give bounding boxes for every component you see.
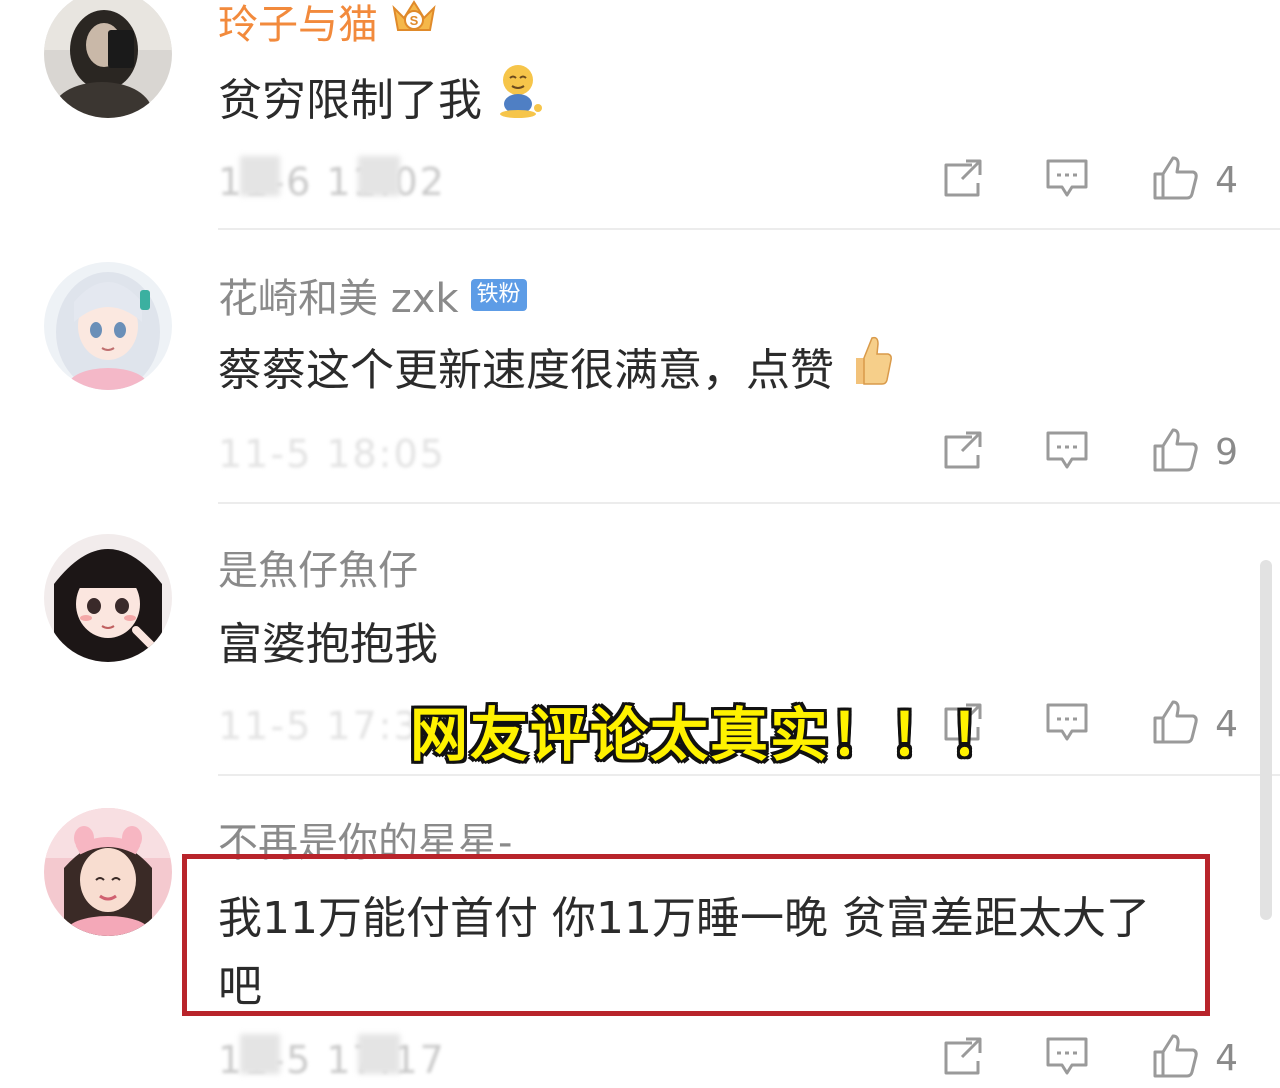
avatar[interactable] (44, 0, 172, 118)
like-count: 4 (1215, 1037, 1238, 1079)
comment-text: 蔡蔡这个更新速度很满意，点赞 (218, 332, 894, 399)
blur-mask (358, 1034, 400, 1074)
share-button[interactable] (940, 157, 986, 203)
share-button[interactable] (940, 429, 986, 475)
username[interactable]: 花崎和美 zxk 铁粉 (218, 266, 527, 324)
comment-text-content: 贫穷限制了我 (218, 74, 482, 126)
like-button[interactable]: 4 (1151, 154, 1238, 206)
scrollbar[interactable] (1260, 560, 1272, 920)
share-icon[interactable] (940, 1035, 986, 1081)
divider (218, 774, 1280, 776)
thumbs-up-icon[interactable] (1151, 154, 1201, 206)
username[interactable]: 是魚仔魚仔 (218, 538, 418, 596)
comment-icon[interactable] (1044, 429, 1090, 475)
fan-badge: 铁粉 (470, 279, 527, 311)
reply-button[interactable] (1044, 429, 1090, 475)
comment-icon[interactable] (1044, 157, 1090, 203)
thumbs-up-icon[interactable] (1151, 698, 1201, 750)
thumbs-up-icon[interactable] (1151, 1032, 1201, 1084)
comment-meta: 11-5 18:05 9 (218, 428, 1238, 476)
like-button[interactable]: 4 (1151, 698, 1238, 750)
blur-mask (358, 156, 400, 196)
comment-text: 富婆抱抱我 (218, 608, 438, 672)
comment-text-content: 蔡蔡这个更新速度很满意，点赞 (218, 344, 834, 396)
comment-actions: 4 (938, 1034, 1238, 1082)
divider (218, 502, 1280, 504)
share-icon[interactable] (940, 157, 986, 203)
avatar[interactable] (44, 534, 172, 662)
thumbs-up-emoji-icon (850, 332, 894, 399)
comment-icon[interactable] (1044, 1035, 1090, 1081)
like-button[interactable]: 9 (1151, 426, 1238, 478)
reply-button[interactable] (1044, 1035, 1090, 1081)
like-count: 4 (1215, 703, 1238, 745)
username-text[interactable]: 花崎和美 zxk (218, 266, 459, 324)
share-icon[interactable] (940, 429, 986, 475)
username[interactable]: 玲子与猫 S (218, 0, 438, 50)
highlight-box (182, 854, 1210, 1016)
comment-meta: 11-6 11:02 4 (218, 156, 1238, 204)
shy-sitting-emoji-icon (498, 62, 546, 129)
reply-button[interactable] (1044, 157, 1090, 203)
comment-icon[interactable] (1044, 701, 1090, 747)
comment-time: 11-5 18:05 (218, 432, 446, 476)
username-text[interactable]: 是魚仔魚仔 (218, 538, 418, 596)
overlay-caption: 网友评论太真实！！！ (410, 701, 1011, 769)
divider (218, 228, 1280, 230)
comment-text-content: 富婆抱抱我 (218, 619, 438, 670)
comment-actions: 9 (938, 428, 1238, 476)
thumbs-up-icon[interactable] (1151, 426, 1201, 478)
avatar[interactable] (44, 808, 172, 936)
username-text[interactable]: 玲子与猫 (218, 0, 378, 50)
crown-vip-icon: S (390, 0, 438, 46)
like-button[interactable]: 4 (1151, 1032, 1238, 1084)
avatar[interactable] (44, 262, 172, 390)
like-count: 4 (1215, 159, 1238, 201)
comment-text: 贫穷限制了我 (218, 62, 546, 129)
share-button[interactable] (940, 1035, 986, 1081)
svg-text:S: S (410, 13, 419, 28)
like-count: 9 (1215, 431, 1238, 473)
reply-button[interactable] (1044, 701, 1090, 747)
comment-meta: 11-5 17:17 4 (218, 1034, 1238, 1082)
blur-mask (240, 156, 280, 196)
comment-actions: 4 (938, 156, 1238, 204)
blur-mask (240, 1034, 280, 1074)
